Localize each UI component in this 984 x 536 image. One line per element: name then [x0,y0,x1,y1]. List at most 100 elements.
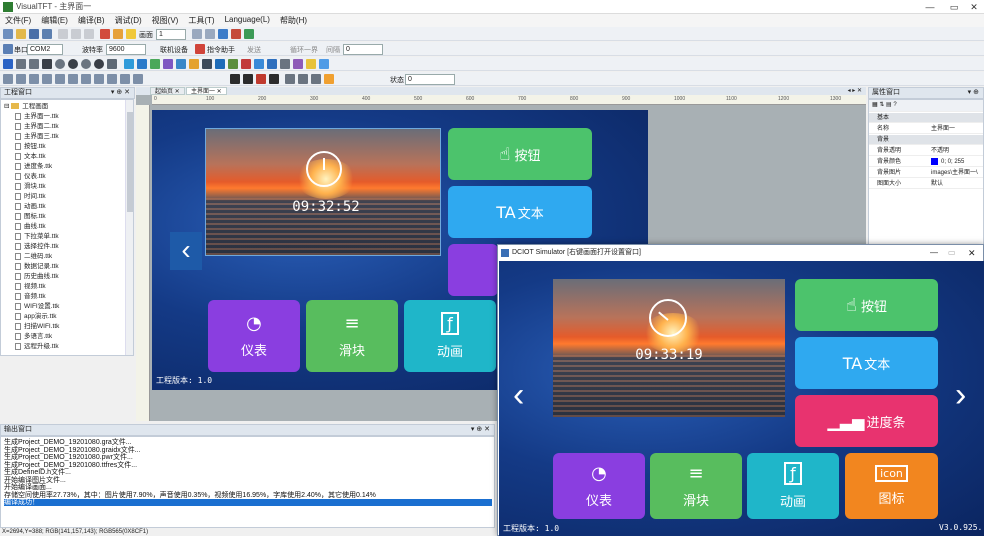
menu-build[interactable]: 编译(B) [73,14,110,27]
pointer-tool-icon[interactable] [319,59,329,69]
screen-select[interactable]: 1 [156,29,186,40]
prop-row-name[interactable]: 名称 主界面一 [869,124,983,134]
minimize-button[interactable]: — [918,0,942,14]
prev-arrow-icon[interactable]: ‹ [170,232,202,270]
brush-tool-icon[interactable] [306,59,316,69]
cycle-button[interactable]: 循环一界 [290,45,318,55]
paste-icon[interactable] [84,29,94,39]
sim-prev-arrow-icon[interactable]: ‹ [513,376,524,415]
tree-file-item[interactable]: 数据记录.ttk [15,262,59,272]
run-icon[interactable] [244,29,254,39]
fill-circle-tool-icon[interactable] [68,59,78,69]
cut-icon[interactable] [58,29,68,39]
spacing-v-icon[interactable] [133,74,143,84]
zoom-out-icon[interactable] [298,74,308,84]
menu-language[interactable]: Language(L) [220,14,275,25]
tree-file-item[interactable]: 仪表.ttk [15,172,46,182]
sort-icon[interactable]: ▦ ⇅ ▤ ? [872,100,897,110]
tab-start-page[interactable]: 起始页 ✕ [150,87,185,95]
tree-file-item[interactable]: 多语言.ttk [15,332,52,342]
save-icon[interactable] [29,29,39,39]
close-button[interactable]: ✕ [962,0,984,14]
button-widget-icon[interactable] [124,59,134,69]
cmd-helper-button[interactable]: 指令助手 [207,45,235,55]
sim-minimize-button[interactable]: — [930,245,938,261]
sim-meter-tile[interactable]: ◔ 仪表 [553,453,645,519]
sim-progress-tile[interactable]: ▁▃▅ 进度条 [795,395,938,447]
icon-widget-icon[interactable] [202,59,212,69]
tree-file-item[interactable]: 视频.ttk [15,282,46,292]
line-tool-icon[interactable] [16,59,26,69]
panel-pin-icon[interactable]: ▾ ⊕ ✕ [471,425,490,435]
fill-rect-tool-icon[interactable] [42,59,52,69]
slider-widget-icon[interactable] [176,59,186,69]
simulator-screen[interactable]: 09:33:19 ☝ 按钮 TA 文本 ▁▃▅ 进度条 ◔ 仪表 ≡ 滑块 ƒ 动画 ico… [499,261,984,536]
lock-layer-icon[interactable] [230,74,240,84]
record-widget-icon[interactable] [254,59,264,69]
tab-nav-arrows[interactable]: ◂ ▸ ✕ [848,87,862,95]
settings-gear-icon[interactable] [269,74,279,84]
meter-widget-icon[interactable] [163,59,173,69]
menu-view[interactable]: 视图(V) [147,14,184,27]
meter-tile[interactable]: ◔ 仪表 [208,300,300,372]
save-all-icon[interactable] [42,29,52,39]
curve-widget-icon[interactable] [215,59,225,69]
grid-icon[interactable] [311,74,321,84]
redo-icon[interactable] [205,29,215,39]
button-tile[interactable]: ☝ 按钮 [448,128,592,180]
simulator-window[interactable]: DCIOT Simulator [右键画面打开设置窗口] — ▭ ✕ 09:33… [497,244,984,536]
fill-ellipse-tool-icon[interactable] [94,59,104,69]
compile-icon[interactable] [218,29,228,39]
undo-icon[interactable] [192,29,202,39]
center-h-icon[interactable] [55,74,65,84]
ellipse-tool-icon[interactable] [81,59,91,69]
tree-file-item[interactable]: 选择控件.ttk [15,242,59,252]
center-v-icon[interactable] [68,74,78,84]
same-width-icon[interactable] [81,74,91,84]
menu-debug[interactable]: 调试(D) [110,14,147,27]
zoom-in-icon[interactable] [285,74,295,84]
align-bottom-icon[interactable] [42,74,52,84]
prop-row-transparent[interactable]: 背景透明 不透明 [869,146,983,156]
align-left-icon[interactable] [3,74,13,84]
tree-file-item[interactable]: 远程升级.ttk [15,342,59,352]
tree-file-item[interactable]: 主界面二.ttk [15,122,59,132]
same-size-icon[interactable] [107,74,117,84]
delete-icon[interactable] [100,29,110,39]
menu-tools[interactable]: 工具(T) [183,14,219,27]
tree-file-item[interactable]: 进度条.ttk [15,162,52,172]
tree-file-item[interactable]: 文本.ttk [15,152,46,162]
tree-file-item[interactable]: 时间.ttk [15,192,46,202]
sim-next-arrow-icon[interactable]: › [955,376,966,415]
tree-file-item[interactable]: 下拉菜单.ttk [15,232,59,242]
tree-file-item[interactable]: 历史曲线.ttk [15,272,59,282]
tree-file-item[interactable]: 二维码.ttk [15,252,52,262]
prop-row-bgcolor[interactable]: 背景颜色 0; 0; 255 [869,157,983,167]
pen-tool-icon[interactable] [293,59,303,69]
menu-widget-icon[interactable] [228,59,238,69]
slider-tile[interactable]: ≡ 滑块 [306,300,398,372]
sim-sunset-image[interactable]: 09:33:19 [553,279,785,417]
minus-icon[interactable]: ⊟ [4,103,9,110]
unlock-layer-icon[interactable] [243,74,253,84]
port-select[interactable]: COM2 [27,44,63,55]
tree-scrollbar[interactable] [125,100,133,355]
sim-animation-tile[interactable]: ƒ 动画 [747,453,839,519]
new-file-icon[interactable] [3,29,13,39]
sim-text-tile[interactable]: TA 文本 [795,337,938,389]
sim-slider-tile[interactable]: ≡ 滑块 [650,453,742,519]
preview-icon[interactable] [256,74,266,84]
baud-select[interactable]: 9600 [106,44,146,55]
sim-button-tile[interactable]: ☝ 按钮 [795,279,938,331]
menu-edit[interactable]: 编辑(E) [36,14,73,27]
interval-input[interactable]: 0 [343,44,383,55]
align-right-icon[interactable] [16,74,26,84]
tree-file-item[interactable]: 滑块.ttk [15,182,46,192]
stop-icon[interactable] [231,29,241,39]
select-tool-icon[interactable] [3,59,13,69]
text-tool-icon[interactable] [107,59,117,69]
video-widget-icon[interactable] [267,59,277,69]
prop-row-bgimage[interactable]: 背景图片 images\主界面一\ [869,168,983,178]
tree-file-item[interactable]: 曲线.ttk [15,222,46,232]
rect-tool-icon[interactable] [29,59,39,69]
